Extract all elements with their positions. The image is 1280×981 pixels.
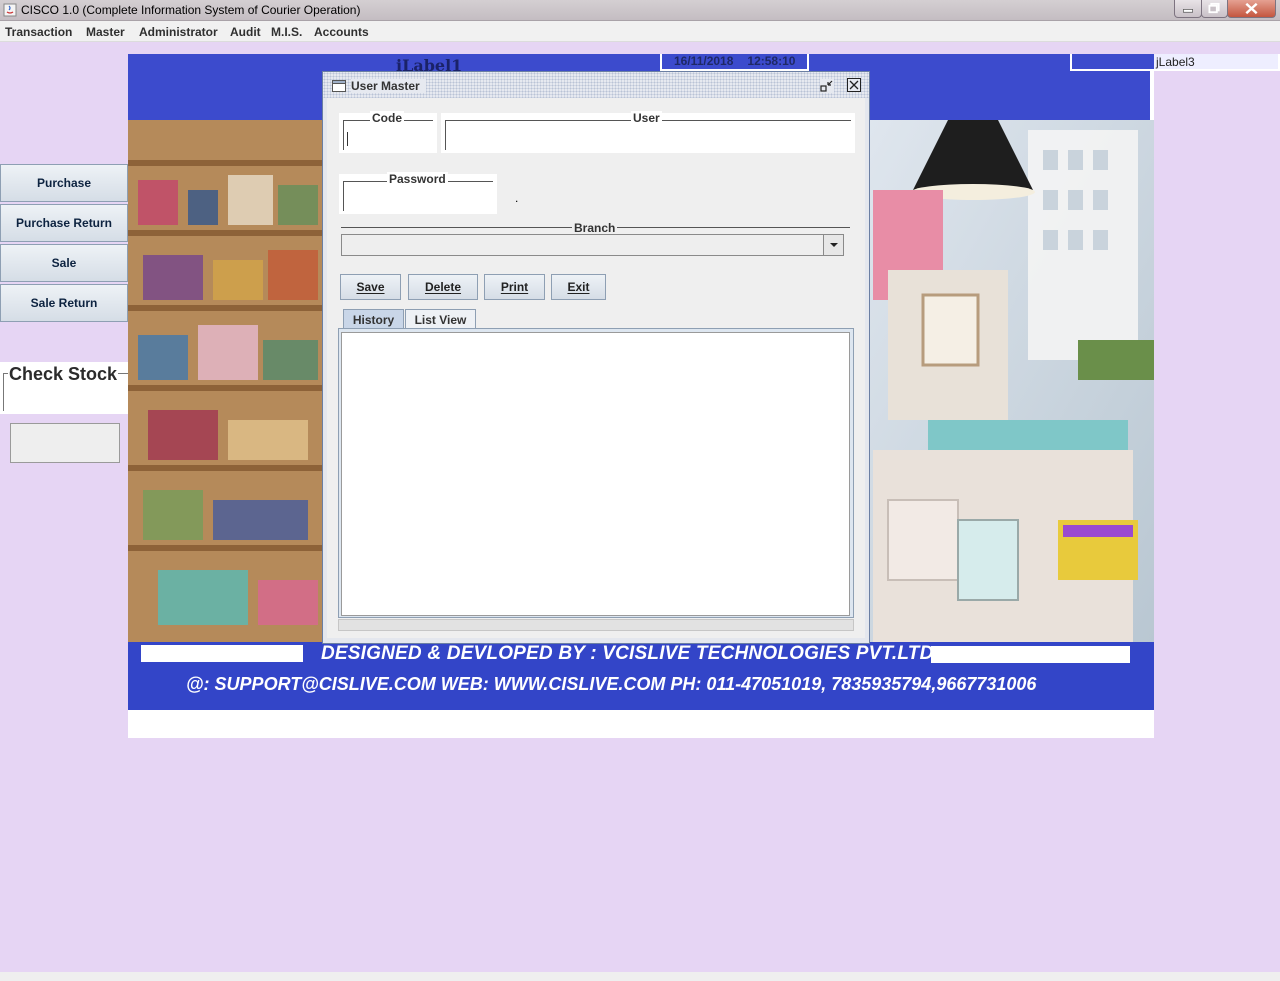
footer-white-box-left — [141, 645, 303, 662]
maximize-button[interactable] — [1201, 0, 1228, 18]
text-caret — [347, 132, 348, 146]
restore-icon[interactable] — [820, 79, 834, 93]
history-tab-panel — [338, 328, 854, 618]
code-field[interactable]: Code — [339, 111, 437, 153]
footer-designed-by: DESIGNED & DEVLOPED BY : VCISLIVE TECHNO… — [321, 643, 934, 664]
jlabel3-field: jLabel3 — [1070, 54, 1280, 71]
close-button[interactable] — [1227, 0, 1276, 18]
datetime-display: 16/11/2018 12:58:10 — [660, 54, 809, 71]
dialog-title: User Master — [351, 79, 426, 93]
check-stock-panel: Check Stock — [0, 362, 143, 414]
footer-white-box-right — [931, 646, 1130, 663]
minimize-button[interactable] — [1174, 0, 1202, 18]
delete-button[interactable]: Delete — [408, 274, 478, 300]
print-button[interactable]: Print — [484, 274, 545, 300]
branch-dropdown-arrow[interactable] — [823, 235, 843, 255]
history-text-area[interactable] — [341, 332, 850, 616]
java-app-icon — [3, 3, 17, 17]
code-label: Code — [370, 111, 404, 125]
window-title: CISCO 1.0 (Complete Information System o… — [21, 3, 361, 17]
save-button[interactable]: Save — [340, 274, 401, 300]
close-icon — [1245, 2, 1258, 15]
password-hint: . — [515, 191, 519, 205]
password-field[interactable]: Password — [339, 172, 497, 214]
menu-administrator[interactable]: Administrator — [139, 25, 218, 39]
check-stock-label: Check Stock — [8, 364, 119, 385]
branch-label: Branch — [572, 221, 618, 235]
menu-audit[interactable]: Audit — [230, 25, 261, 39]
tab-list-view[interactable]: List View — [405, 309, 476, 329]
maximize-icon — [1208, 2, 1220, 14]
menu-master[interactable]: Master — [86, 25, 125, 39]
branch-dropdown[interactable] — [341, 234, 844, 256]
user-field[interactable]: User — [441, 111, 855, 153]
menu-transaction[interactable]: Transaction — [5, 25, 72, 39]
jlabel3-divider — [1150, 70, 1152, 120]
jlabel3: jLabel3 — [1156, 55, 1195, 69]
menu-accounts[interactable]: Accounts — [314, 25, 369, 39]
time-label: 12:58:10 — [747, 54, 796, 68]
dialog-status-strip — [338, 619, 854, 631]
exit-button[interactable]: Exit — [551, 274, 606, 300]
minimize-icon — [1183, 9, 1193, 13]
date-label: 16/11/2018 — [674, 54, 734, 68]
close-icon[interactable] — [847, 78, 861, 92]
window-titlebar: CISCO 1.0 (Complete Information System o… — [0, 0, 1280, 21]
menu-mis[interactable]: M.I.S. — [271, 25, 302, 39]
password-label: Password — [387, 172, 448, 186]
purchase-return-button[interactable]: Purchase Return — [0, 204, 128, 242]
check-stock-input[interactable] — [10, 423, 120, 463]
purchase-button[interactable]: Purchase — [0, 164, 128, 202]
tab-history[interactable]: History — [343, 309, 404, 329]
window-icon — [332, 80, 346, 92]
sale-return-button[interactable]: Sale Return — [0, 284, 128, 322]
dialog-body: Code User Password . Branch Save Delete … — [327, 98, 865, 638]
user-master-dialog: User Master Code User Password . Branch … — [322, 71, 870, 644]
chevron-down-icon — [830, 243, 838, 247]
jlabel3-segment — [1072, 54, 1154, 69]
footer-banner: DESIGNED & DEVLOPED BY : VCISLIVE TECHNO… — [128, 642, 1154, 710]
user-label: User — [631, 111, 662, 125]
footer-contact: @: SUPPORT@CISLIVE.COM WEB: WWW.CISLIVE.… — [186, 674, 1037, 694]
dialog-titlebar[interactable]: User Master — [323, 72, 869, 98]
bottom-strip — [0, 972, 1280, 981]
sale-button[interactable]: Sale — [0, 244, 128, 282]
menu-bar: Transaction Master Administrator Audit M… — [0, 21, 1280, 42]
